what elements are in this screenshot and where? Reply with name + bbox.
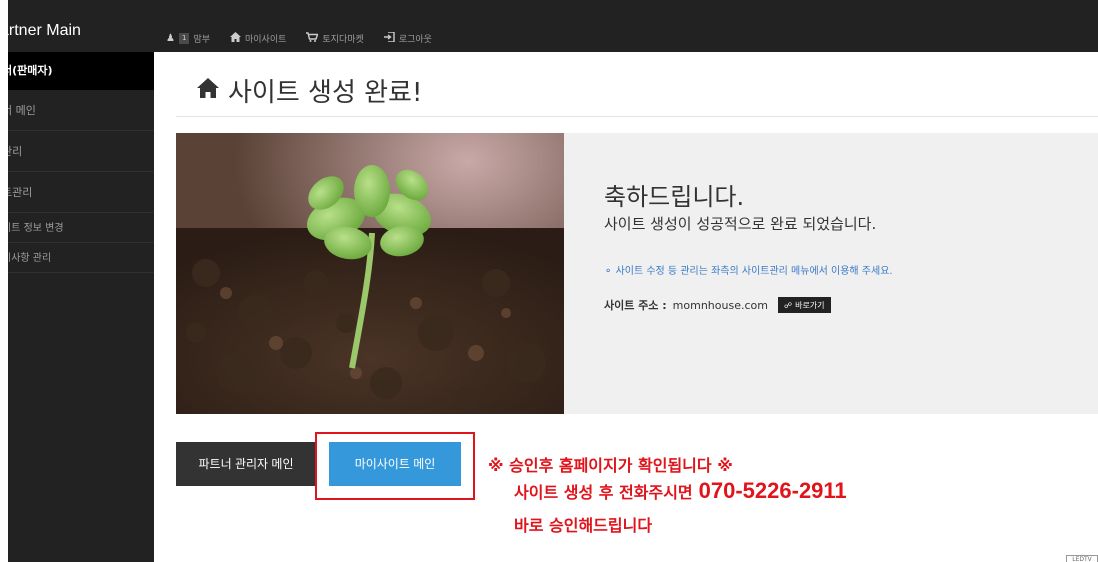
chat-icon: ⚬ [604,266,613,277]
congrats-heading: 축하드립니다. [604,183,745,211]
highlight-box [315,432,475,500]
completion-message: 사이트 생성이 성공적으로 완료 되었습니다. [604,215,877,233]
page-title-text: 사이트 생성 완료! [228,78,423,108]
logout-icon [383,31,395,45]
phone-number: 070-5226-2911 [698,478,847,503]
goto-site-button[interactable]: ☍ 바로가기 [777,297,831,313]
nav-link-logout-label: 로그아웃 [398,35,432,45]
nav-link-mysite[interactable]: 마이사이트 [230,32,286,45]
completion-panel: 축하드립니다. 사이트 생성이 성공적으로 완료 되었습니다. ⚬ 사이트 수정… [176,133,1098,414]
management-note: ⚬ 사이트 수정 등 관리는 좌측의 사이트관리 메뉴에서 이용해 주세요. [604,262,893,277]
sidebar-item-notice-management[interactable]: 지사항 관리 [8,244,154,273]
sidebar: artner Main 너(판매자) 너 메인 관리 트관리 이트 정보 변경 … [8,0,154,562]
sidebar-item-management[interactable]: 관리 [8,132,154,172]
brand-title[interactable]: artner Main [8,22,81,40]
user-badge: 1 [178,33,190,44]
top-navbar: ♟ 1 맘부 마이사이트 토지다마켓 로그아웃 [154,0,1098,52]
top-links: ♟ 1 맘부 마이사이트 토지다마켓 로그아웃 [166,31,432,45]
partner-admin-main-button[interactable]: 파트너 관리자 메인 [176,442,316,486]
approval-notice-line3: 바로 승인해드립니다 [514,516,653,535]
user-name: 맘부 [193,35,210,45]
corner-tag: LEDTV [1066,555,1098,562]
approval-notice-line2: 사이트 생성 후 전화주시면 070-5226-2911 [514,478,847,504]
sprout-photo [176,133,564,414]
home-icon [230,32,241,45]
site-address-label: 사이트 주소 : [604,299,667,312]
sidebar-header[interactable]: 너(판매자) [8,52,154,90]
user-icon: ♟ [166,33,175,44]
left-edge [0,0,8,562]
nav-link-market[interactable]: 토지다마켓 [306,32,364,45]
management-note-text: 사이트 수정 등 관리는 좌측의 사이트관리 메뉴에서 이용해 주세요. [615,266,893,277]
user-menu[interactable]: ♟ 1 맘부 [166,32,210,45]
home-icon [196,76,220,106]
approval-notice-line2-text: 사이트 생성 후 전화주시면 [514,483,693,502]
goto-site-label: 바로가기 [795,300,825,310]
site-address-row: 사이트 주소 : momnhouse.com ☍ 바로가기 [604,297,831,313]
page-title: 사이트 생성 완료! [196,72,422,109]
sidebar-item-site-management[interactable]: 트관리 [8,173,154,213]
approval-notice-line1: ※ 승인후 홈페이지가 확인됩니다 ※ [488,456,733,475]
nav-link-logout[interactable]: 로그아웃 [383,31,432,45]
link-icon: ☍ [783,300,793,310]
nav-link-mysite-label: 마이사이트 [245,35,287,45]
sidebar-item-site-info-change[interactable]: 이트 정보 변경 [8,214,154,243]
nav-link-market-label: 토지다마켓 [322,35,364,45]
sidebar-item-partner-main[interactable]: 너 메인 [8,91,154,131]
cart-icon [306,32,319,45]
title-divider [176,116,1098,117]
site-address-value: momnhouse.com [672,298,768,312]
